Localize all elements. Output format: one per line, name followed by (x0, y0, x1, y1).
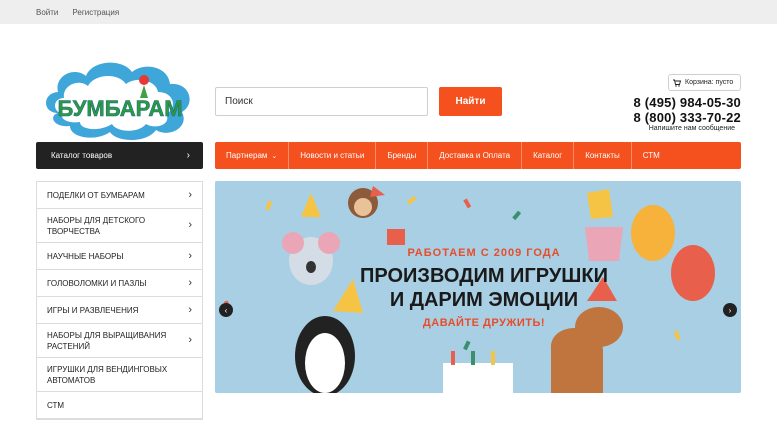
login-link[interactable]: Войти (36, 8, 58, 17)
chevron-left-icon: ‹ (224, 305, 228, 315)
sidebar-item[interactable]: СТМ (37, 392, 202, 419)
sidebar-item[interactable]: НАБОРЫ ДЛЯ ВЫРАЩИВАНИЯ РАСТЕНИЙ › (37, 324, 202, 358)
chevron-right-icon: › (188, 334, 192, 346)
slider-next-button[interactable]: › (723, 303, 737, 317)
phone-1[interactable]: 8 (495) 984-05-30 (634, 95, 741, 110)
nav-item-stm[interactable]: СТМ (632, 142, 671, 169)
logo-text: БУМБАРАМ (57, 96, 182, 121)
search-input[interactable]: Поиск (215, 87, 428, 116)
chevron-right-icon: › (188, 249, 192, 262)
banner-headline-1: ПРОИЗВОДИМ ИГРУШКИ (360, 265, 608, 287)
chevron-right-icon: › (188, 303, 192, 316)
nav-item-contacts[interactable]: Контакты (574, 142, 632, 169)
header: БУМБАРАМ Поиск Найти Корзина: пусто 8 (4… (0, 24, 777, 142)
nav-item-brands[interactable]: Бренды (376, 142, 429, 169)
write-message-link[interactable]: Напишите нам сообщение (649, 125, 735, 132)
register-link[interactable]: Регистрация (72, 8, 119, 17)
banner-headline-2: И ДАРИМ ЭМОЦИИ (389, 289, 579, 311)
cart-button[interactable]: Корзина: пусто (668, 74, 741, 91)
top-bar: Войти Регистрация (0, 0, 777, 24)
chevron-down-icon: ⌄ (271, 152, 278, 160)
sidebar-item[interactable]: ИГРУШКИ ДЛЯ ВЕНДИНГОВЫХ АВТОМАТОВ (37, 358, 202, 392)
nav-item-partners[interactable]: Партнерам ⌄ (215, 142, 290, 169)
category-sidebar: ПОДЕЛКИ ОТ БУМБАРАМ › НАБОРЫ ДЛЯ ДЕТСКОГО… (36, 181, 203, 420)
main-nav: Партнерам ⌄ Новости и статьи Бренды Доста… (215, 142, 741, 169)
sidebar-item[interactable]: ПОДЕЛКИ ОТ БУМБАРАМ › (37, 182, 202, 209)
phone-2[interactable]: 8 (800) 333-70-22 (634, 110, 741, 125)
chevron-right-icon: › (728, 305, 732, 315)
catalog-button-label: Каталог товаров (51, 151, 113, 160)
chevron-right-icon: › (186, 150, 190, 161)
sidebar-item[interactable]: ГОЛОВОЛОМКИ И ПАЗЛЫ › (37, 270, 202, 297)
nav-item-catalog[interactable]: Каталог (522, 142, 575, 169)
chevron-right-icon: › (188, 276, 192, 289)
cart-label: Корзина: пусто (685, 79, 734, 86)
sidebar-item[interactable]: НАУЧНЫЕ НАБОРЫ › (37, 243, 202, 270)
banner-tagline: РАБОТАЕМ С 2009 ГОДА (407, 247, 561, 259)
sidebar-item[interactable]: НАБОРЫ ДЛЯ ДЕТСКОГО ТВОРЧЕСТВА › (37, 209, 202, 243)
slider-prev-button[interactable]: ‹ (219, 303, 233, 317)
chevron-right-icon: › (188, 219, 192, 231)
banner-cta-text: ДАВАЙТЕ ДРУЖИТЬ! (422, 317, 546, 329)
nav-item-delivery[interactable]: Доставка и Оплата (428, 142, 523, 169)
sidebar-item[interactable]: ИГРЫ И РАЗВЛЕЧЕНИЯ › (37, 297, 202, 324)
logo[interactable]: БУМБАРАМ (40, 58, 200, 144)
search-button[interactable]: Найти (439, 87, 502, 116)
nav-item-news[interactable]: Новости и статьи (289, 142, 377, 169)
promo-banner[interactable]: РАБОТАЕМ С 2009 ГОДА ПРОИЗВОДИМ ИГРУШКИ … (215, 181, 741, 393)
catalog-button[interactable]: Каталог товаров › (36, 142, 203, 169)
chevron-right-icon: › (188, 188, 192, 201)
cart-icon (673, 79, 681, 87)
